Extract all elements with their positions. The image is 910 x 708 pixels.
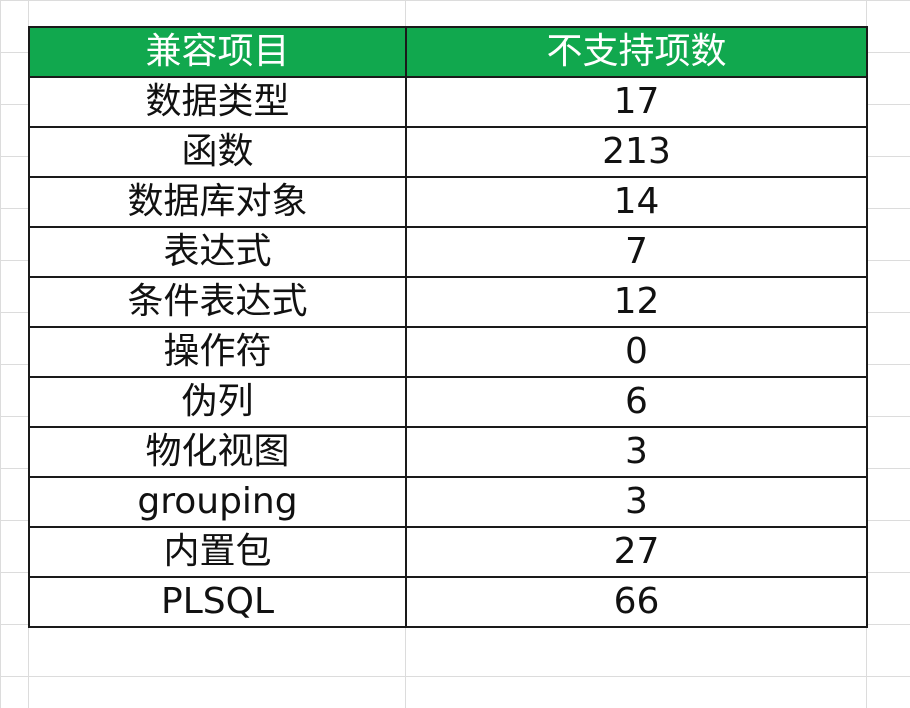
count-cell[interactable]: 3 xyxy=(405,476,868,528)
item-cell[interactable]: 数据库对象 xyxy=(28,176,407,228)
item-cell[interactable]: 物化视图 xyxy=(28,426,407,478)
count-cell[interactable]: 3 xyxy=(405,426,868,478)
table-row: 表达式 7 xyxy=(28,226,868,278)
table-row: grouping 3 xyxy=(28,476,868,528)
spreadsheet-grid[interactable]: 兼容项目 不支持项数 数据类型 17 函数 213 数据库对象 14 表达式 7 xyxy=(0,0,910,708)
table-row: 操作符 0 xyxy=(28,326,868,378)
compatibility-table: 兼容项目 不支持项数 数据类型 17 函数 213 数据库对象 14 表达式 7 xyxy=(28,26,868,628)
table-row: PLSQL 66 xyxy=(28,576,868,628)
count-cell[interactable]: 213 xyxy=(405,126,868,178)
item-cell[interactable]: PLSQL xyxy=(28,576,407,628)
item-cell[interactable]: 内置包 xyxy=(28,526,407,578)
item-cell[interactable]: 操作符 xyxy=(28,326,407,378)
table-header-row: 兼容项目 不支持项数 xyxy=(28,26,868,78)
table-row: 函数 213 xyxy=(28,126,868,178)
item-cell[interactable]: 条件表达式 xyxy=(28,276,407,328)
count-cell[interactable]: 17 xyxy=(405,76,868,128)
table-row: 数据类型 17 xyxy=(28,76,868,128)
count-cell[interactable]: 14 xyxy=(405,176,868,228)
count-cell[interactable]: 0 xyxy=(405,326,868,378)
item-cell[interactable]: 数据类型 xyxy=(28,76,407,128)
item-cell[interactable]: grouping xyxy=(28,476,407,528)
item-cell[interactable]: 伪列 xyxy=(28,376,407,428)
item-cell[interactable]: 函数 xyxy=(28,126,407,178)
item-cell[interactable]: 表达式 xyxy=(28,226,407,278)
table-row: 内置包 27 xyxy=(28,526,868,578)
header-cell-count[interactable]: 不支持项数 xyxy=(405,26,868,78)
table-row: 条件表达式 12 xyxy=(28,276,868,328)
count-cell[interactable]: 27 xyxy=(405,526,868,578)
count-cell[interactable]: 6 xyxy=(405,376,868,428)
table-row: 伪列 6 xyxy=(28,376,868,428)
count-cell[interactable]: 7 xyxy=(405,226,868,278)
table-row: 数据库对象 14 xyxy=(28,176,868,228)
table-row: 物化视图 3 xyxy=(28,426,868,478)
count-cell[interactable]: 12 xyxy=(405,276,868,328)
count-cell[interactable]: 66 xyxy=(405,576,868,628)
header-cell-item[interactable]: 兼容项目 xyxy=(28,26,407,78)
